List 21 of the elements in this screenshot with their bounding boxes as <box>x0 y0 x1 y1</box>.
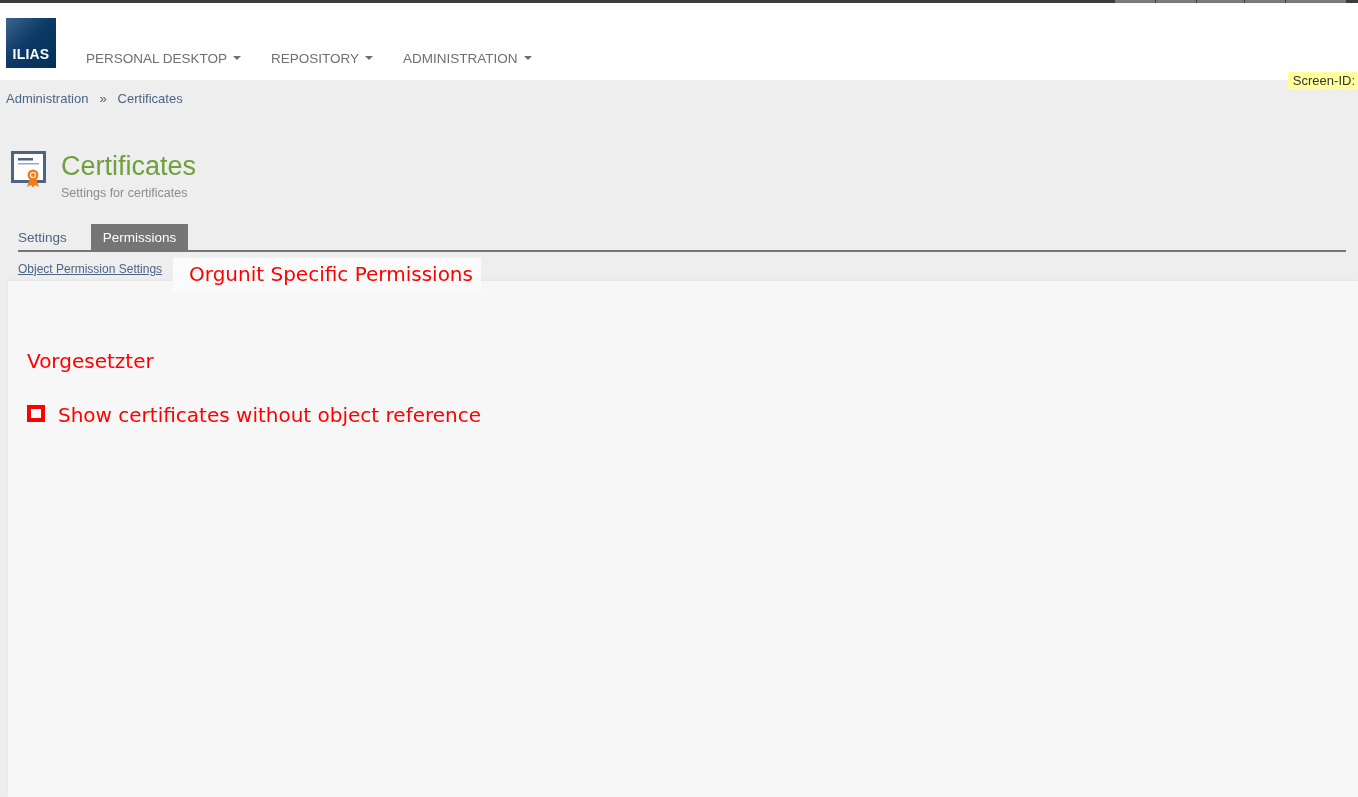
nav-menu-item[interactable]: REPOSITORY <box>256 46 389 70</box>
tab[interactable]: Settings <box>18 224 79 250</box>
caret-icon <box>233 56 242 60</box>
annotation-heading: Orgunit Specific Permissions <box>173 258 481 292</box>
certificate-icon <box>11 151 47 188</box>
breadcrumb-link[interactable]: Administration <box>6 90 89 106</box>
nav-menu-item[interactable]: PERSONAL DESKTOP <box>71 46 257 70</box>
annotation-section-title: Vorgesetzter <box>27 349 154 373</box>
breadcrumb-separator: » <box>98 90 108 106</box>
page-title: Certificates <box>61 151 197 181</box>
checkbox[interactable] <box>27 404 45 422</box>
tab[interactable]: Permissions <box>90 224 189 250</box>
logo[interactable]: ILIAS <box>6 18 56 68</box>
screen-id-label: Screen-ID: <box>1287 72 1358 89</box>
caret-icon <box>523 56 532 60</box>
breadcrumb-link[interactable]: Certificates <box>117 90 183 106</box>
checkbox-label: Show certificates without object reference <box>58 403 482 427</box>
caret-icon <box>365 56 374 60</box>
page-subtitle: Settings for certificates <box>61 185 189 201</box>
subtab-link[interactable]: Object Permission Settings <box>18 262 163 276</box>
nav-menu-item[interactable]: ADMINISTRATION <box>388 46 547 70</box>
